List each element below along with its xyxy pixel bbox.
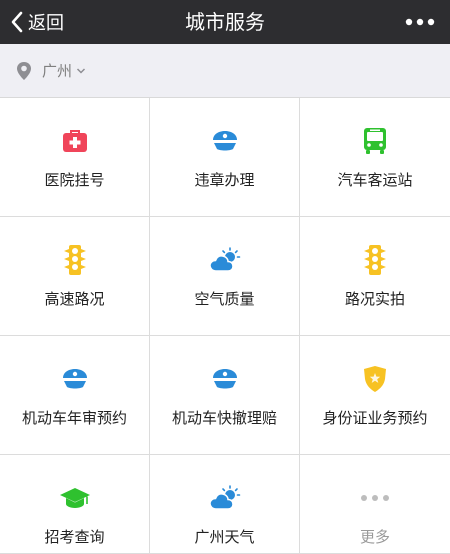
service-guangzhou-weather[interactable]: 广州天气 <box>150 455 300 554</box>
service-label: 机动车快撤理赔 <box>171 409 277 427</box>
chevron-left-icon <box>11 11 23 33</box>
police-cap-icon <box>62 369 87 389</box>
cloud-sun-icon <box>208 485 240 510</box>
service-label: 招考查询 <box>44 528 105 546</box>
service-label: 更多 <box>359 528 390 546</box>
service-air-quality[interactable]: 空气质量 <box>150 217 300 336</box>
service-highway-conditions[interactable]: 高速路况 <box>0 217 150 336</box>
graduation-cap-icon <box>59 488 90 508</box>
service-bus-station[interactable]: 汽车客运站 <box>300 98 450 217</box>
service-label: 高速路况 <box>44 290 105 308</box>
service-violation-handling[interactable]: 违章办理 <box>150 98 300 217</box>
cloud-sun-icon <box>208 247 240 272</box>
service-exam-query[interactable]: 招考查询 <box>0 455 150 554</box>
service-id-card-booking[interactable]: 身份证业务预约 <box>300 336 450 455</box>
traffic-light-icon <box>63 245 86 275</box>
navigation-bar: 返回 城市服务 <box>0 0 450 44</box>
city-selector[interactable]: 广州 <box>16 60 86 81</box>
police-cap-icon <box>212 369 237 389</box>
location-pin-icon <box>17 61 31 80</box>
service-label: 身份证业务预约 <box>322 409 428 427</box>
service-vehicle-inspection-booking[interactable]: 机动车年审预约 <box>0 336 150 455</box>
service-label: 广州天气 <box>194 528 255 546</box>
back-button[interactable]: 返回 <box>8 0 64 44</box>
location-bar: 广州 <box>0 44 450 98</box>
city-label: 广州 <box>42 62 73 80</box>
service-label: 汽车客运站 <box>337 171 413 189</box>
service-label: 空气质量 <box>194 290 255 308</box>
bus-icon <box>364 128 386 154</box>
more-dots-icon <box>405 18 435 26</box>
more-dots-icon <box>361 495 389 501</box>
back-label: 返回 <box>28 13 64 34</box>
page-title: 城市服务 <box>185 10 265 34</box>
service-label: 路况实拍 <box>344 290 405 308</box>
chevron-down-icon <box>76 67 86 74</box>
traffic-light-icon <box>364 245 386 275</box>
more-menu-button[interactable] <box>400 0 440 44</box>
services-grid: 医院挂号 违章办理 汽车客运站 高速路况 空气质量 路况实拍 机动车年审预约 机… <box>0 98 450 554</box>
service-label: 违章办理 <box>194 171 255 189</box>
medical-kit-icon <box>62 130 87 152</box>
police-cap-icon <box>212 131 237 151</box>
police-badge-icon <box>364 366 386 392</box>
service-road-photos[interactable]: 路况实拍 <box>300 217 450 336</box>
service-more[interactable]: 更多 <box>300 455 450 554</box>
service-vehicle-quick-claim[interactable]: 机动车快撤理赔 <box>150 336 300 455</box>
service-label: 医院挂号 <box>44 171 105 189</box>
service-hospital-registration[interactable]: 医院挂号 <box>0 98 150 217</box>
service-label: 机动车年审预约 <box>21 409 127 427</box>
